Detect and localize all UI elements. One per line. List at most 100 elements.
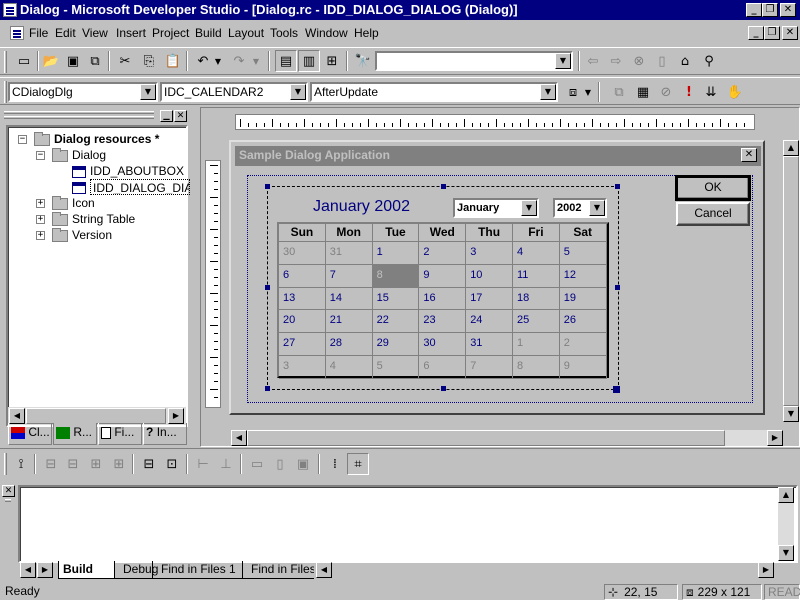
- search-binoculars-icon[interactable]: ⚲: [698, 50, 720, 72]
- space-across-icon[interactable]: ⊢: [192, 453, 214, 475]
- calendar-day[interactable]: 27: [279, 333, 326, 356]
- dialog-close-button[interactable]: ✕: [741, 148, 757, 162]
- tree-item-icon[interactable]: Icon: [72, 195, 95, 211]
- menu-edit[interactable]: Edit: [55, 26, 76, 40]
- same-height-icon[interactable]: ▯: [269, 453, 291, 475]
- member-combo[interactable]: AfterUpdate ▼: [310, 82, 558, 102]
- windows-list-icon[interactable]: ⊞: [321, 50, 343, 72]
- menu-project[interactable]: Project: [152, 26, 189, 40]
- menu-file[interactable]: File: [29, 26, 48, 40]
- stop-icon[interactable]: ⊗: [628, 50, 650, 72]
- undo-dropdown-icon[interactable]: ▼: [212, 50, 224, 72]
- calendar-day[interactable]: 4: [513, 242, 560, 265]
- calendar-day[interactable]: 16: [419, 287, 467, 311]
- resize-handle[interactable]: [265, 386, 270, 391]
- calendar-day[interactable]: 28: [325, 333, 373, 356]
- menu-layout[interactable]: Layout: [228, 26, 264, 40]
- calendar-day[interactable]: 26: [559, 310, 607, 334]
- output-toggle-icon[interactable]: ▥: [298, 50, 320, 72]
- save-icon[interactable]: ▣: [62, 50, 84, 72]
- calendar-day[interactable]: 4: [325, 356, 373, 379]
- refresh-icon[interactable]: ▯: [651, 50, 673, 72]
- scroll-left-icon[interactable]: ◀: [9, 408, 25, 424]
- toggle-guides-icon[interactable]: ⌗: [347, 453, 369, 475]
- tree-item-string-table[interactable]: String Table: [72, 211, 135, 227]
- resize-handle[interactable]: [265, 184, 270, 189]
- menu-window[interactable]: Window: [305, 26, 348, 40]
- calendar-day[interactable]: 17: [466, 287, 513, 311]
- month-combo[interactable]: January ▼: [453, 198, 539, 218]
- document-icon[interactable]: [10, 26, 24, 40]
- resize-handle[interactable]: [265, 285, 270, 290]
- copy-icon[interactable]: ⎘: [138, 50, 160, 72]
- calendar-day[interactable]: 7: [466, 356, 513, 379]
- tab-hscroll-left-icon[interactable]: ◀: [316, 562, 332, 578]
- calendar-day[interactable]: 23: [419, 310, 467, 334]
- calendar-day[interactable]: 31: [325, 242, 373, 265]
- menu-build[interactable]: Build: [195, 26, 222, 40]
- tab-infoview[interactable]: ? In...: [143, 423, 187, 445]
- scroll-left-icon[interactable]: ◀: [231, 430, 247, 446]
- expand-icon[interactable]: +: [36, 231, 45, 240]
- calendar-day[interactable]: 24: [466, 310, 513, 334]
- calendar-day[interactable]: 5: [559, 242, 607, 265]
- compile-icon[interactable]: ⧉: [608, 81, 630, 103]
- window-title-bar[interactable]: Dialog - Microsoft Developer Studio - [D…: [0, 0, 800, 20]
- menu-help[interactable]: Help: [354, 26, 379, 40]
- menu-tools[interactable]: Tools: [270, 26, 298, 40]
- calendar-grid[interactable]: Sun Mon Tue Wed Thu Fri Sat 30 31 1 2 3 4 5 6 7 8 9 10 11 12…: [277, 222, 609, 379]
- ok-button[interactable]: OK: [675, 175, 751, 201]
- calendar-day[interactable]: 3: [279, 356, 326, 379]
- calendar-day[interactable]: 9: [559, 356, 607, 379]
- dialog-title-bar[interactable]: Sample Dialog Application: [235, 146, 761, 166]
- home-icon[interactable]: ⌂: [674, 50, 696, 72]
- chevron-down-icon[interactable]: ▼: [589, 200, 605, 216]
- align-left-icon[interactable]: ⊟: [40, 453, 62, 475]
- scroll-up-icon[interactable]: ▲: [783, 140, 799, 156]
- save-all-icon[interactable]: ⧉: [84, 50, 106, 72]
- open-folder-icon[interactable]: 📂: [40, 50, 62, 72]
- control-id-combo[interactable]: IDC_CALENDAR2 ▼: [160, 82, 308, 102]
- scroll-thumb[interactable]: [783, 156, 799, 406]
- stop-build-icon[interactable]: ⊘: [655, 81, 677, 103]
- calendar-day[interactable]: 20: [279, 310, 326, 334]
- tree-root[interactable]: Dialog resources *: [54, 131, 159, 147]
- calendar-day[interactable]: 22: [372, 310, 420, 334]
- calendar-day[interactable]: 10: [466, 264, 513, 288]
- find-in-files-icon[interactable]: 🔭: [352, 50, 374, 72]
- chevron-down-icon[interactable]: ▼: [290, 84, 306, 100]
- chevron-down-icon[interactable]: ▼: [140, 84, 156, 100]
- tab-scroll-left-icon[interactable]: ◀: [20, 562, 36, 578]
- resource-tree[interactable]: − Dialog resources * − Dialog IDD_ABOUTB…: [6, 125, 190, 427]
- year-combo[interactable]: 2002 ▼: [553, 198, 607, 218]
- resize-handle[interactable]: [615, 285, 620, 290]
- chevron-down-icon[interactable]: ▼: [555, 53, 571, 69]
- resize-handle[interactable]: [615, 184, 620, 189]
- toolbar-grip[interactable]: [4, 81, 7, 103]
- calendar-day[interactable]: 9: [419, 264, 467, 288]
- redo-icon[interactable]: ↷: [228, 50, 250, 72]
- calendar-day[interactable]: 21: [325, 310, 373, 334]
- redo-dropdown-icon[interactable]: ▼: [250, 50, 262, 72]
- find-combo[interactable]: ▼: [375, 51, 573, 71]
- build-icon[interactable]: ▦: [632, 81, 654, 103]
- scroll-right-icon[interactable]: ▶: [767, 430, 783, 446]
- horizontal-ruler[interactable]: [235, 114, 755, 130]
- calendar-day[interactable]: 15: [372, 287, 420, 311]
- class-combo[interactable]: CDialogDlg ▼: [8, 82, 158, 102]
- menu-view[interactable]: View: [82, 26, 108, 40]
- vertical-ruler[interactable]: [205, 160, 221, 408]
- undo-icon[interactable]: ↶: [192, 50, 214, 72]
- calendar-day[interactable]: 31: [466, 333, 513, 356]
- calendar-control[interactable]: January 2002 January ▼ 2002 ▼ Sun Mon Tue W…: [277, 194, 611, 380]
- calendar-day[interactable]: 13: [279, 287, 326, 311]
- doc-minimize-button[interactable]: _: [748, 26, 764, 40]
- toolbar-grip[interactable]: [4, 51, 7, 73]
- panel-close-button[interactable]: ✕: [174, 110, 187, 122]
- calendar-day[interactable]: 25: [513, 310, 560, 334]
- calendar-day[interactable]: 2: [559, 333, 607, 356]
- calendar-day[interactable]: 1: [513, 333, 560, 356]
- calendar-day[interactable]: 14: [325, 287, 373, 311]
- scroll-thumb[interactable]: [26, 408, 166, 424]
- execute-icon[interactable]: !: [678, 81, 700, 103]
